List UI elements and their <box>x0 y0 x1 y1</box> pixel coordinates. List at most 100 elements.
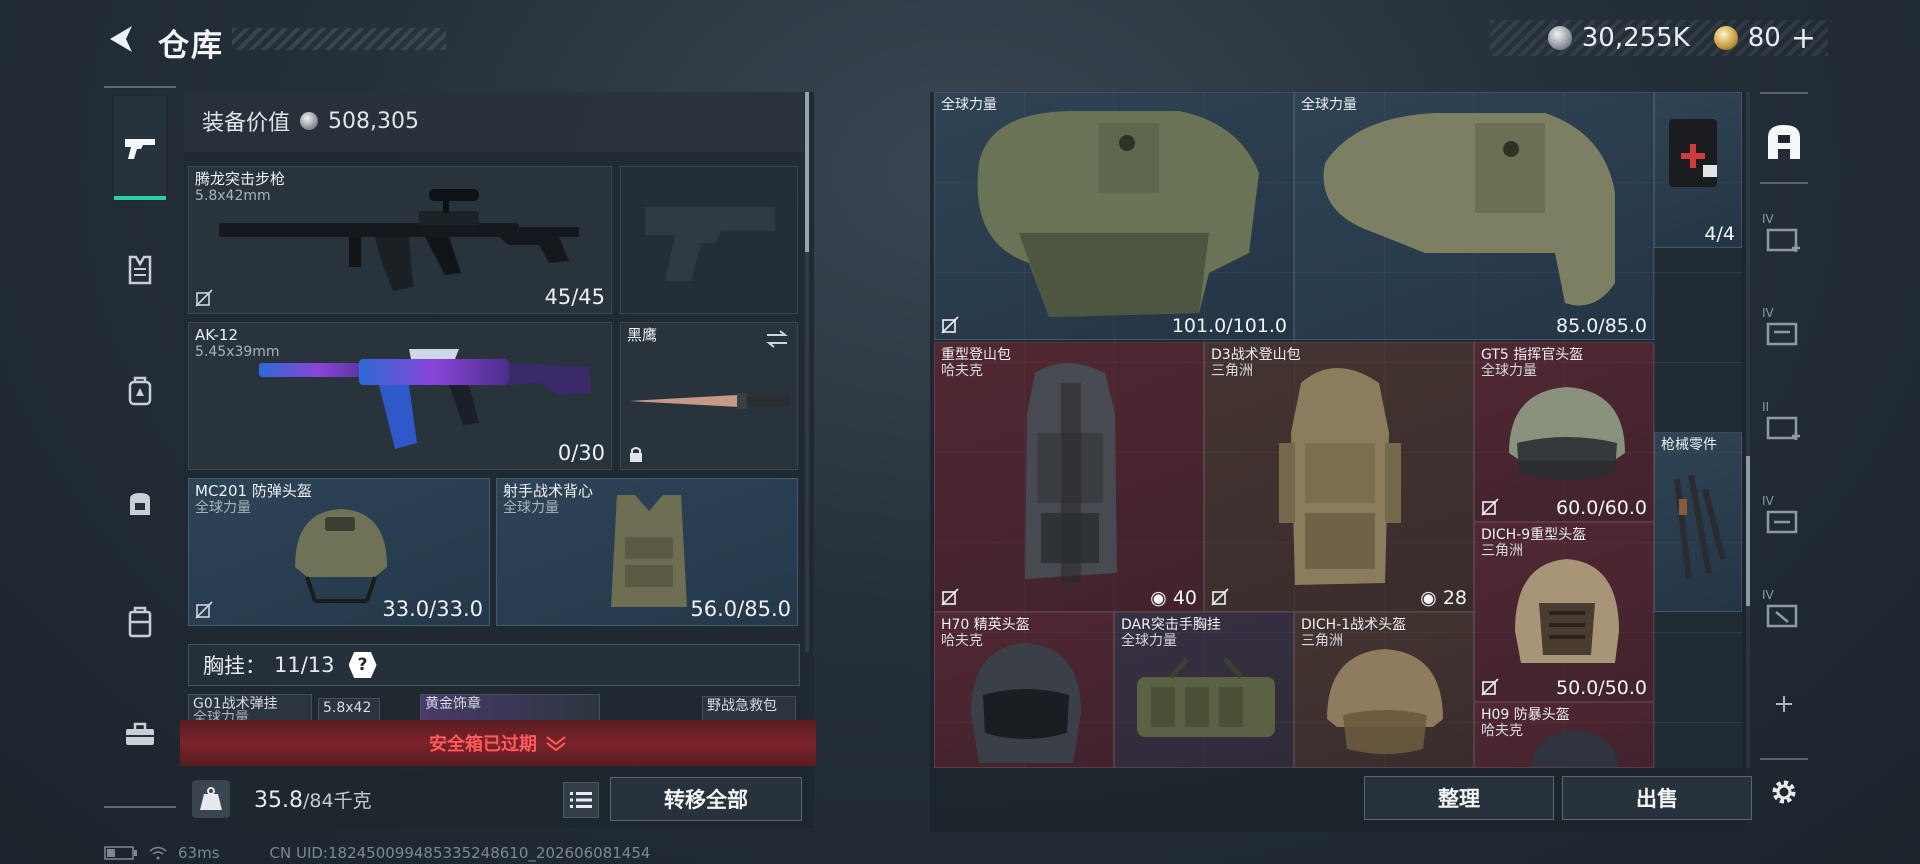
sidenav-item-locker[interactable] <box>104 586 176 658</box>
item-durability: 101.0/101.0 <box>1171 315 1287 337</box>
bag-capacity-icon: ◉ <box>1420 587 1437 609</box>
item-capacity: ◉ 28 <box>1420 587 1467 609</box>
armor-name: 射手战术背心 <box>503 482 594 500</box>
grid-item[interactable]: 枪械零件 <box>1654 432 1742 612</box>
sidearm-slot[interactable] <box>620 166 798 314</box>
grid-item[interactable]: GT5 指挥官头盔 全球力量 60.0/60.0 <box>1474 342 1654 522</box>
chest-rig-header[interactable]: 胸挂： 11/13 ? <box>188 644 800 686</box>
silver-coin-icon <box>300 112 319 130</box>
storage-rail: IV IV II IV IV <box>1756 92 1812 832</box>
no-insure-icon <box>1481 498 1499 516</box>
lock-icon <box>630 447 642 462</box>
toolbox-icon <box>126 722 154 745</box>
weight-icon <box>192 780 230 818</box>
secondary-weapon-slot[interactable]: AK-12 5.45x39mm 0/30 <box>188 322 612 470</box>
vest-image <box>611 495 687 607</box>
armor-origin: 全球力量 <box>503 500 559 516</box>
rail-item-safe[interactable] <box>1756 106 1812 178</box>
help-icon[interactable]: ? <box>348 652 377 678</box>
grid-item[interactable]: DICH-9重型头盔 三角洲 50.0/50.0 <box>1474 522 1654 702</box>
grid-item[interactable]: DICH-1战术头盔 三角洲 <box>1294 612 1474 768</box>
equipment-value-amount: 508,305 <box>328 108 419 134</box>
warehouse-scroll-thumb[interactable] <box>1746 456 1750 606</box>
pistol-icon <box>125 139 155 159</box>
grid-item[interactable]: D3战术登山包 三角洲 ◉ 28 <box>1204 342 1474 612</box>
list-view-button[interactable] <box>563 782 599 818</box>
gold-amount: 80 <box>1747 23 1781 53</box>
helmet-origin: 全球力量 <box>195 500 251 516</box>
bag-icon <box>130 493 150 515</box>
rail-item-crate[interactable]: IV <box>1756 298 1812 368</box>
safe-box-text: 安全箱已过期 <box>429 734 537 755</box>
back-button[interactable] <box>104 22 138 56</box>
swap-icon[interactable] <box>765 329 789 349</box>
knife-image <box>629 393 791 409</box>
item-quantity: 4/4 <box>1704 223 1735 245</box>
grid-item[interactable]: 全球力量 85.0/85.0 <box>1294 92 1654 340</box>
item-name: GT5 指挥官头盔 <box>1481 347 1584 363</box>
melee-slot[interactable]: 黑鹰 <box>620 322 798 470</box>
silver-coin-icon <box>1547 26 1572 50</box>
no-insure-icon <box>1211 588 1229 606</box>
currency-bar: 30,255K 80 + <box>1490 20 1828 56</box>
rail-item-crate[interactable]: IV <box>1756 204 1812 274</box>
item-durability: 50.0/50.0 <box>1555 677 1647 699</box>
helmet-slot[interactable]: MC201 防弹头盔 全球力量 33.0/33.0 <box>188 478 490 626</box>
tier-label: IV <box>1762 588 1774 602</box>
sidenav-item-tools[interactable] <box>104 698 176 770</box>
grid-item[interactable]: 4/4 <box>1654 92 1742 248</box>
item-name: 黄金饰章 <box>425 696 481 712</box>
crate-iv-3-icon <box>1766 510 1798 534</box>
grid-item[interactable]: H09 防暴头盔 哈夫克 <box>1474 702 1654 768</box>
primary-weapon-slot[interactable]: 腾龙突击步枪 5.8x42mm 45/45 <box>188 166 612 314</box>
rail-item-crate[interactable]: IV <box>1756 580 1812 650</box>
crate-ii-icon <box>1766 416 1800 440</box>
category-sidenav <box>104 86 176 806</box>
item-durability: 60.0/60.0 <box>1555 497 1647 519</box>
equipment-value: 装备价值 508,305 <box>202 105 419 137</box>
no-insure-icon <box>195 289 213 307</box>
sidenav-item-weapons[interactable] <box>112 94 168 202</box>
grid-item[interactable]: 重型登山包 哈夫克 ◉ 40 <box>934 342 1204 612</box>
backpack-icon <box>128 376 152 406</box>
item-name: 重型登山包 <box>941 347 1011 363</box>
rail-item-crate[interactable]: IV <box>1756 486 1812 556</box>
grid-item[interactable]: H70 精英头盔 哈夫克 <box>934 612 1114 768</box>
crate-iv-2-icon <box>1766 322 1798 346</box>
tier-label: IV <box>1762 212 1774 226</box>
item-origin: 三角洲 <box>1211 363 1253 379</box>
medkit-image <box>1669 119 1717 187</box>
sidenav-item-armor[interactable] <box>104 234 176 306</box>
loadout-scroll-thumb[interactable] <box>805 92 809 252</box>
warehouse-scrollbar[interactable] <box>1746 92 1750 768</box>
sell-button[interactable]: 出售 <box>1562 776 1752 820</box>
wifi-icon <box>149 846 167 860</box>
vest-image <box>977 111 1259 317</box>
weapon-ammo: 45/45 <box>544 285 605 309</box>
chest-rig-image <box>1137 657 1275 737</box>
transfer-all-button[interactable]: 转移全部 <box>610 777 802 821</box>
settings-button[interactable] <box>1756 764 1812 820</box>
rail-item-crate[interactable]: II <box>1756 392 1812 462</box>
page-title: 仓库 <box>158 28 224 64</box>
no-insure-icon <box>195 601 213 619</box>
weight-capacity: /84千克 <box>302 790 372 812</box>
add-gold-button[interactable]: + <box>1791 21 1816 56</box>
gun-parts-image <box>1674 474 1726 580</box>
melee-name: 黑鹰 <box>627 326 658 344</box>
weapon-ammo: 0/30 <box>557 441 605 465</box>
grid-item[interactable]: DAR突击手胸挂 全球力量 <box>1114 612 1294 768</box>
armor-slot[interactable]: 射手战术背心 全球力量 56.0/85.0 <box>496 478 798 626</box>
sidenav-item-bag[interactable] <box>104 468 176 540</box>
battery-icon <box>104 846 137 860</box>
sidenav-item-backpack[interactable] <box>104 354 176 426</box>
item-name: 野战急救包 <box>707 698 777 714</box>
sort-button[interactable]: 整理 <box>1364 776 1554 820</box>
add-storage-button[interactable] <box>1756 682 1812 726</box>
gold-coin-icon <box>1713 26 1738 50</box>
assault-rifle-image <box>219 189 579 291</box>
vest-icon <box>128 255 152 285</box>
safe-box-expired-banner[interactable]: 安全箱已过期 <box>180 720 816 766</box>
warehouse-grid[interactable]: 全球力量 101.0/101.0 全球力量 85.0/85.0 4/4 重型登山… <box>934 92 1742 768</box>
grid-item[interactable]: 全球力量 101.0/101.0 <box>934 92 1294 340</box>
